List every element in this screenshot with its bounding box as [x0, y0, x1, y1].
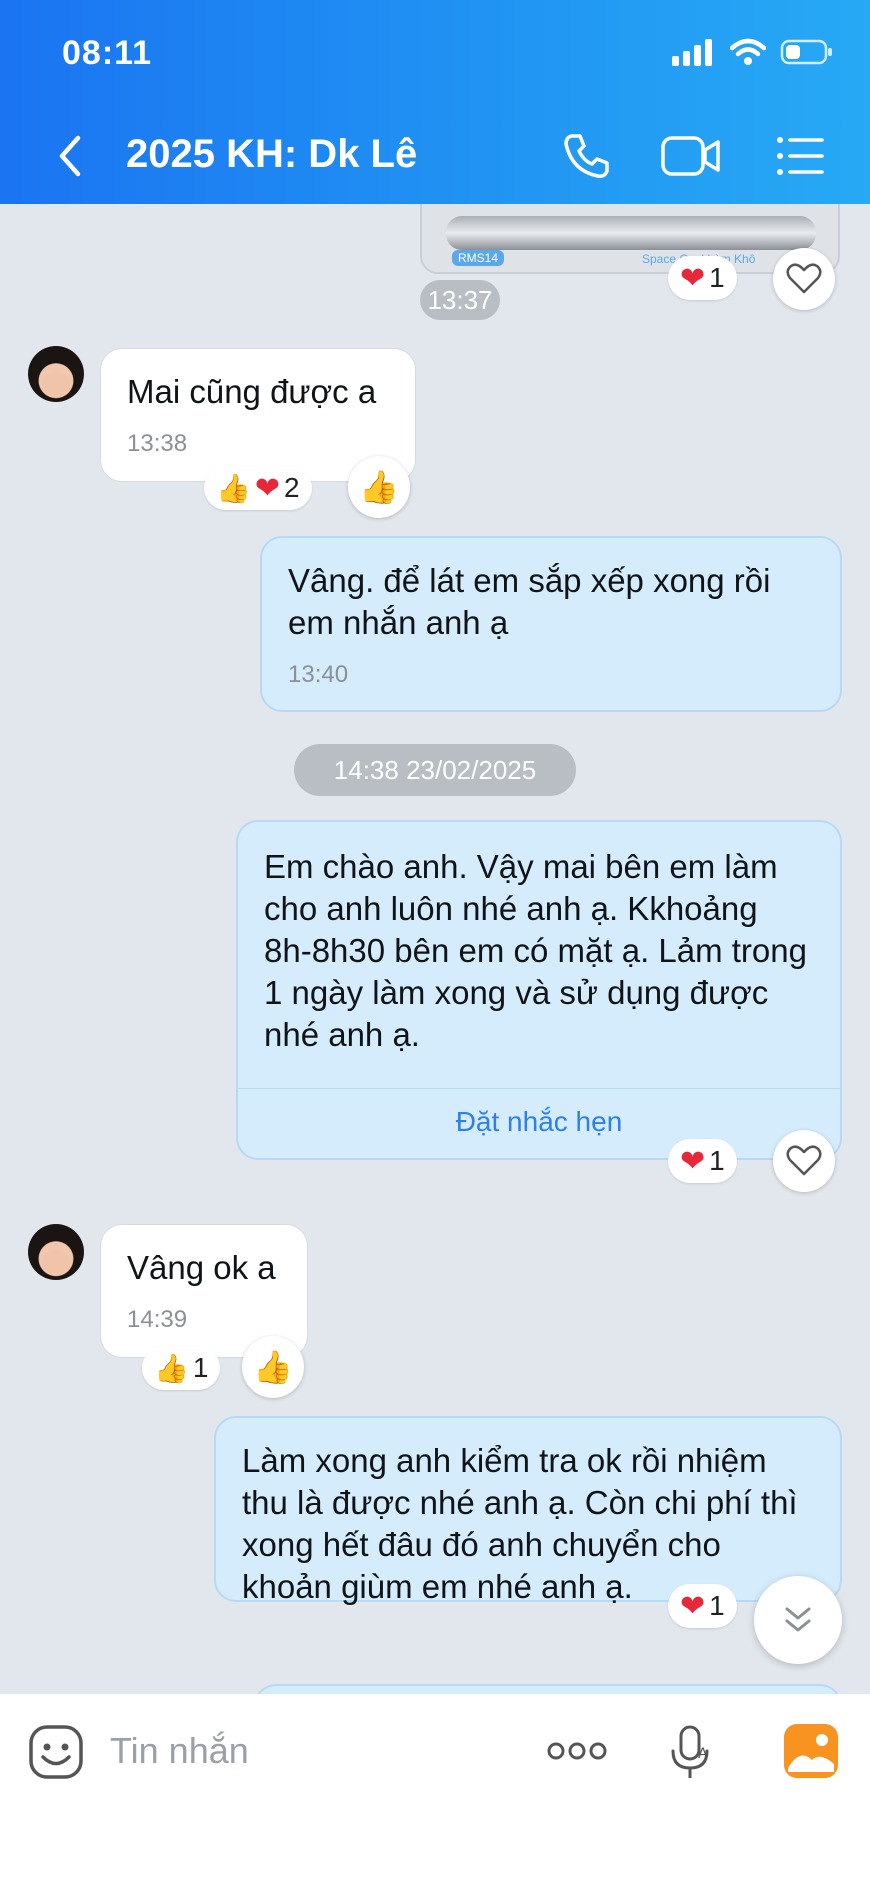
scroll-to-bottom-button[interactable]	[754, 1576, 842, 1664]
message-text: Em chào anh. Vậy mai bên em làm cho anh …	[264, 848, 807, 1053]
outgoing-message[interactable]	[254, 1684, 842, 1694]
wifi-icon	[730, 38, 766, 65]
thumbs-up-icon: 👍	[253, 1349, 293, 1385]
back-icon[interactable]	[50, 128, 90, 184]
reaction-summary[interactable]: ❤ 1	[668, 256, 737, 300]
heart-outline-icon	[786, 263, 822, 294]
message-text: Vâng ok a	[127, 1249, 276, 1286]
product-label-left: RMS14	[452, 250, 505, 266]
thumbs-up-icon: 👍	[216, 472, 251, 504]
set-reminder-link[interactable]: Đặt nhắc hẹn	[238, 1088, 840, 1158]
reaction-summary[interactable]: 👍 1	[142, 1346, 221, 1390]
heart-icon: ❤	[254, 471, 281, 505]
reaction-count: 2	[284, 472, 300, 503]
message-composer: Tin nhắn A	[0, 1694, 870, 1884]
menu-list-icon[interactable]	[774, 130, 826, 182]
app-header: 08:11 2025 KH: Dk Lê	[0, 0, 870, 204]
voice-icon[interactable]: A	[668, 1724, 712, 1782]
thumbs-up-icon: 👍	[154, 1352, 189, 1384]
reaction-summary[interactable]: ❤ 1	[668, 1584, 737, 1628]
message-text: Vâng. để lát em sắp xếp xong rồi em nhắn…	[288, 562, 771, 641]
more-icon[interactable]	[546, 1740, 608, 1762]
image-time: 13:37	[420, 280, 500, 320]
heart-outline-icon	[786, 1145, 822, 1176]
signal-icon	[672, 39, 712, 66]
status-icons	[672, 38, 834, 66]
reaction-count: 1	[192, 1352, 209, 1383]
svg-text:A: A	[698, 1746, 708, 1762]
status-time: 08:11	[62, 34, 153, 72]
avatar[interactable]	[28, 1224, 84, 1280]
outgoing-message[interactable]: Em chào anh. Vậy mai bên em làm cho anh …	[236, 820, 842, 1160]
heart-icon: ❤	[680, 1589, 706, 1623]
phone-icon[interactable]	[560, 130, 612, 182]
react-button[interactable]	[773, 1130, 835, 1192]
reaction-count: 1	[709, 1590, 725, 1621]
reaction-summary[interactable]: 👍 ❤ 2	[204, 466, 312, 510]
chat-title[interactable]: 2025 KH: Dk Lê	[126, 132, 417, 177]
message-text: Mai cũng được a	[127, 373, 377, 410]
chevron-down-icon	[785, 1607, 811, 1632]
outgoing-message[interactable]: Vâng. để lát em sắp xếp xong rồi em nhắn…	[260, 536, 842, 712]
react-button[interactable]	[773, 248, 835, 310]
avatar[interactable]	[28, 346, 84, 402]
video-call-icon[interactable]	[660, 130, 722, 182]
message-input[interactable]: Tin nhắn	[110, 1730, 249, 1772]
message-time: 14:39	[127, 1306, 188, 1333]
heart-icon: ❤	[680, 261, 706, 295]
reaction-summary[interactable]: ❤ 1	[668, 1139, 737, 1183]
reaction-count: 1	[709, 262, 725, 293]
chat-area[interactable]: RMS14 Space Cool Làm Khô ❤ 1 13:37 Mai c…	[0, 204, 870, 1694]
outgoing-message[interactable]: Làm xong anh kiểm tra ok rồi nhiệm thu l…	[214, 1416, 842, 1605]
sticker-icon[interactable]	[28, 1724, 84, 1780]
message-text: Làm xong anh kiểm tra ok rồi nhiệm thu l…	[242, 1442, 798, 1605]
react-button[interactable]: 👍	[348, 456, 410, 518]
image-icon[interactable]	[782, 1722, 840, 1780]
message-time: 13:40	[288, 661, 349, 688]
heart-icon: ❤	[680, 1144, 706, 1178]
thumbs-up-icon: 👍	[359, 469, 399, 505]
battery-icon	[780, 39, 832, 65]
reaction-count: 1	[709, 1145, 725, 1176]
react-button[interactable]: 👍	[242, 1336, 304, 1398]
date-divider: 14:38 23/02/2025	[294, 744, 576, 796]
